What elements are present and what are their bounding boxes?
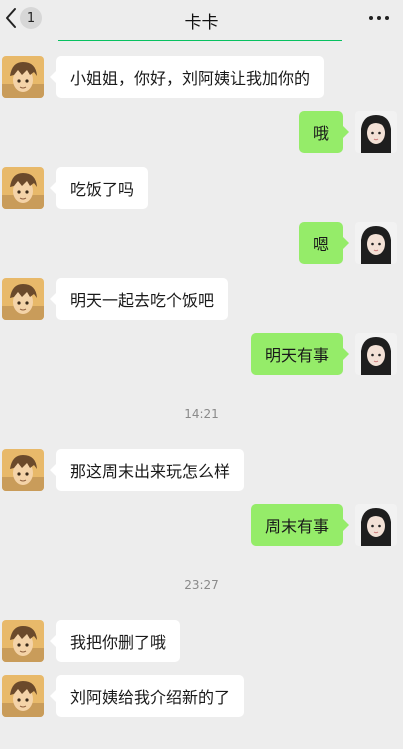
chat-header: 1 卡卡	[0, 0, 403, 40]
contact-avatar[interactable]	[2, 620, 44, 662]
user-avatar[interactable]	[355, 111, 397, 153]
user-avatar[interactable]	[355, 222, 397, 264]
more-options-button[interactable]	[369, 16, 389, 20]
contact-avatar[interactable]	[2, 449, 44, 491]
timestamp: 14:21	[184, 407, 219, 421]
incoming-message-bubble[interactable]: 那这周末出来玩怎么样	[49, 449, 245, 491]
chat-title: 卡卡	[184, 13, 219, 33]
user-avatar[interactable]	[355, 333, 397, 375]
outgoing-message-bubble[interactable]: 周末有事	[250, 504, 350, 546]
contact-avatar[interactable]	[2, 56, 44, 98]
incoming-message-bubble[interactable]: 刘阿姨给我介绍新的了	[49, 675, 245, 717]
outgoing-message-bubble[interactable]: 哦	[298, 111, 350, 153]
incoming-message-bubble[interactable]: 明天一起去吃个饭吧	[49, 278, 229, 320]
more-dot-icon	[377, 16, 381, 20]
outgoing-message-bubble[interactable]: 嗯	[298, 222, 350, 264]
contact-avatar[interactable]	[2, 167, 44, 209]
more-dot-icon	[385, 16, 389, 20]
contact-avatar[interactable]	[2, 278, 44, 320]
more-dot-icon	[369, 16, 373, 20]
contact-avatar[interactable]	[2, 675, 44, 717]
user-avatar[interactable]	[355, 504, 397, 546]
incoming-message-bubble[interactable]: 我把你删了哦	[49, 620, 181, 662]
timestamp: 23:27	[184, 578, 219, 592]
outgoing-message-bubble[interactable]: 明天有事	[250, 333, 350, 375]
incoming-message-bubble[interactable]: 小姐姐，你好，刘阿姨让我加你的	[49, 56, 325, 98]
incoming-message-bubble[interactable]: 吃饭了吗	[49, 167, 149, 209]
header-divider	[58, 40, 342, 41]
